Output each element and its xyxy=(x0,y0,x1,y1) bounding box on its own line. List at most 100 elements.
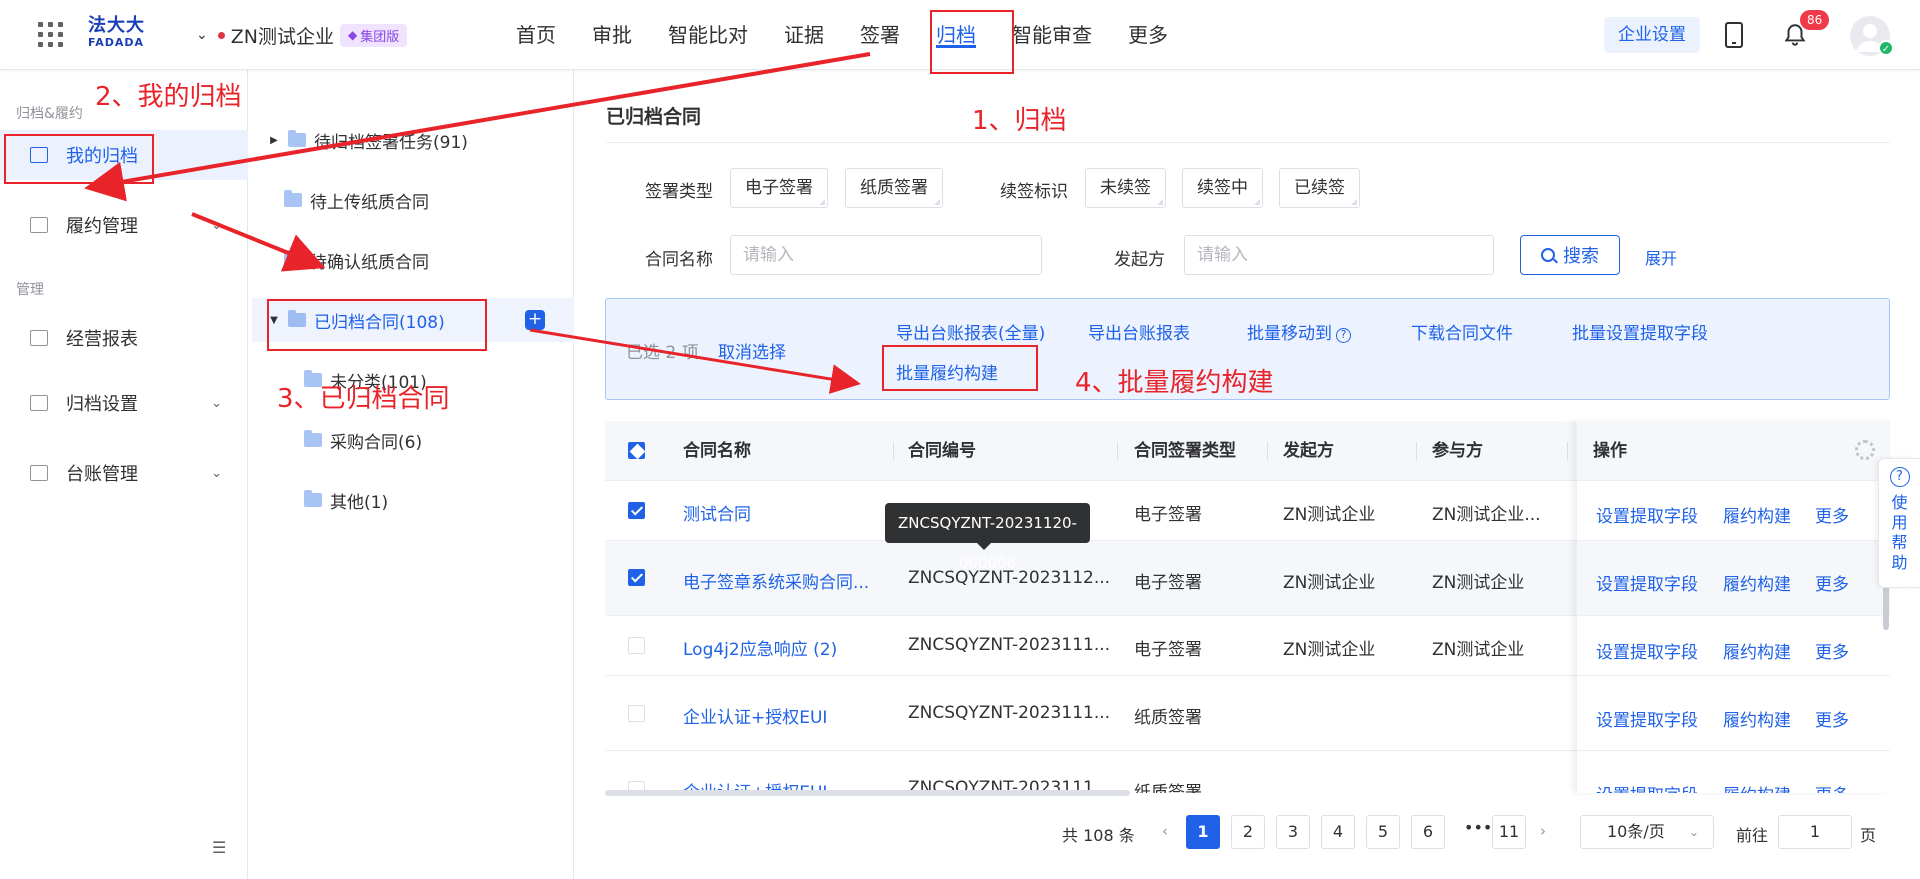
performance-build-link[interactable]: 履约构建 xyxy=(1723,638,1791,663)
filter-tag-renewing[interactable]: 续签中 xyxy=(1182,168,1263,208)
row-checkbox[interactable] xyxy=(628,705,645,722)
sidebar-item-archive-settings[interactable]: 归档设置 ⌄ xyxy=(0,378,248,428)
contract-name-link[interactable]: Log4j2应急响应 (2) xyxy=(683,635,837,660)
set-fields-link[interactable]: 设置提取字段 xyxy=(1596,638,1698,663)
contract-name-link[interactable]: 测试合同 xyxy=(683,500,751,525)
collapse-sidebar-icon[interactable]: ☰ xyxy=(212,838,226,857)
row-checkbox[interactable] xyxy=(628,637,645,654)
more-link[interactable]: 更多 xyxy=(1815,781,1849,793)
annotation-step2: 2、我的归档 xyxy=(95,82,242,112)
contract-name-link[interactable]: 电子签章系统采购合同... xyxy=(683,568,869,593)
selected-count: 已选 2 项 xyxy=(626,343,699,363)
help-icon[interactable]: ? xyxy=(1336,328,1351,343)
sidebar-item-ledger[interactable]: 台账管理 ⌄ xyxy=(0,448,248,498)
horizontal-scrollbar[interactable] xyxy=(605,790,1130,796)
nav-home[interactable]: 首页 xyxy=(498,0,574,70)
next-page-icon[interactable]: › xyxy=(1540,822,1546,840)
set-fields-link[interactable]: 设置提取字段 xyxy=(1596,781,1698,793)
tree-node-pending-confirm[interactable]: 待确认纸质合同 xyxy=(248,238,574,282)
set-fields-link[interactable]: 设置提取字段 xyxy=(1596,570,1698,595)
column-header-name: 合同名称 xyxy=(683,441,751,461)
mobile-icon[interactable] xyxy=(1725,22,1743,48)
performance-build-link[interactable]: 履约构建 xyxy=(1723,502,1791,527)
sign-type-cell: 电子签署 xyxy=(1134,573,1202,593)
expand-filters-link[interactable]: 展开 xyxy=(1645,245,1677,269)
add-folder-button[interactable]: + xyxy=(525,310,545,330)
initiator-cell: ZN测试企业 xyxy=(1283,505,1376,525)
page-button[interactable]: 5 xyxy=(1366,815,1400,849)
diamond-icon: ◆ xyxy=(347,28,358,42)
page-button[interactable]: 2 xyxy=(1231,815,1265,849)
more-link[interactable]: 更多 xyxy=(1815,570,1849,595)
export-ledger-all-button[interactable]: 导出台账报表(全量) xyxy=(896,319,1045,344)
chevron-down-icon: ⌄ xyxy=(211,217,222,233)
app-grid-icon[interactable] xyxy=(38,22,64,48)
bulk-move-button[interactable]: 批量移动到? xyxy=(1247,319,1351,344)
performance-build-link[interactable]: 履约构建 xyxy=(1723,570,1791,595)
nav-sign[interactable]: 签署 xyxy=(842,0,918,70)
cancel-selection-link[interactable]: 取消选择 xyxy=(718,338,786,363)
company-name: ZN测试企业 xyxy=(230,25,334,48)
page-button[interactable]: 4 xyxy=(1321,815,1355,849)
goto-page-input[interactable]: 1 xyxy=(1778,815,1852,849)
set-fields-link[interactable]: 设置提取字段 xyxy=(1596,706,1698,731)
contract-number-cell: ZNCSQYZNT-2023111... xyxy=(908,703,1111,723)
initiator-input[interactable]: 请输入 xyxy=(1184,235,1494,275)
filter-tag-renewed[interactable]: 已续签 xyxy=(1279,168,1360,208)
company-switcher[interactable]: ⌄ ZN测试企业 ◆ 集团版 xyxy=(196,22,408,48)
filter-tag-paper[interactable]: 纸质签署 xyxy=(845,168,943,208)
enterprise-settings-button[interactable]: 企业设置 xyxy=(1604,17,1700,53)
annotation-step3: 3、已归档合同 xyxy=(277,384,450,414)
sign-type-cell: 纸质签署 xyxy=(1134,708,1202,728)
edition-badge: ◆ 集团版 xyxy=(339,23,408,47)
caret-right-icon[interactable]: ▶ xyxy=(268,135,280,146)
page-button[interactable]: 3 xyxy=(1276,815,1310,849)
page-button[interactable]: 6 xyxy=(1411,815,1445,849)
fadada-logo[interactable]: 法大大 FADADA xyxy=(88,16,152,54)
annotation-step1: 1、归档 xyxy=(972,106,1067,136)
annotation-box-archived-folder xyxy=(267,299,487,351)
page-button[interactable]: 1 xyxy=(1186,815,1220,849)
party-cell: ZN测试企业... xyxy=(1432,505,1541,525)
status-dot xyxy=(217,31,225,39)
filter-tag-not-renewed[interactable]: 未续签 xyxy=(1085,168,1166,208)
sidebar-section-manage: 管理 xyxy=(16,282,44,298)
tree-node-pending-tasks[interactable]: ▶ 待归档签署任务(91) xyxy=(248,118,574,162)
contract-name-link[interactable]: 企业认证+授权EUI xyxy=(683,703,827,728)
row-checkbox[interactable] xyxy=(628,569,645,586)
set-fields-link[interactable]: 设置提取字段 xyxy=(1596,502,1698,527)
nav-evidence[interactable]: 证据 xyxy=(766,0,842,70)
export-ledger-button[interactable]: 导出台账报表 xyxy=(1088,319,1190,344)
gear-icon[interactable] xyxy=(1855,440,1875,460)
page-size-select[interactable]: 10条/页 ⌄ xyxy=(1580,815,1714,849)
folder-icon xyxy=(304,490,322,507)
column-header-sign-type: 合同签署类型 xyxy=(1134,441,1236,461)
contract-name-input[interactable]: 请输入 xyxy=(730,235,1042,275)
search-button[interactable]: 搜索 xyxy=(1520,235,1620,275)
more-link[interactable]: 更多 xyxy=(1815,706,1849,731)
sidebar-item-reports[interactable]: 经营报表 xyxy=(0,313,248,363)
tree-node-purchase[interactable]: 采购合同(6) xyxy=(248,418,574,462)
row-checkbox[interactable] xyxy=(628,502,645,519)
help-float-button[interactable]: ? 使用帮助 xyxy=(1878,458,1920,588)
nav-smart-compare[interactable]: 智能比对 xyxy=(650,0,766,70)
download-contracts-button[interactable]: 下载合同文件 xyxy=(1411,319,1513,344)
nav-more[interactable]: 更多 xyxy=(1110,0,1186,70)
tree-node-pending-upload[interactable]: 待上传纸质合同 xyxy=(248,178,574,222)
sidebar-item-performance[interactable]: 履约管理 ⌄ xyxy=(0,200,248,250)
filter-tag-electronic[interactable]: 电子签署 xyxy=(730,168,828,208)
chevron-down-icon: ⌄ xyxy=(196,27,208,43)
tree-node-other[interactable]: 其他(1) xyxy=(248,478,574,522)
more-link[interactable]: 更多 xyxy=(1815,502,1849,527)
performance-build-link[interactable]: 履约构建 xyxy=(1723,781,1791,793)
bulk-set-fields-button[interactable]: 批量设置提取字段 xyxy=(1572,319,1708,344)
select-all-checkbox[interactable] xyxy=(628,442,645,459)
column-header-actions: 操作 xyxy=(1593,441,1627,461)
nav-approval[interactable]: 审批 xyxy=(574,0,650,70)
folder-settings-icon xyxy=(30,395,48,411)
more-link[interactable]: 更多 xyxy=(1815,638,1849,663)
page-button[interactable]: 11 xyxy=(1492,815,1526,849)
pagination-ellipsis[interactable]: ••• xyxy=(1464,818,1492,837)
performance-build-link[interactable]: 履约构建 xyxy=(1723,706,1791,731)
prev-page-icon[interactable]: ‹ xyxy=(1162,822,1168,840)
